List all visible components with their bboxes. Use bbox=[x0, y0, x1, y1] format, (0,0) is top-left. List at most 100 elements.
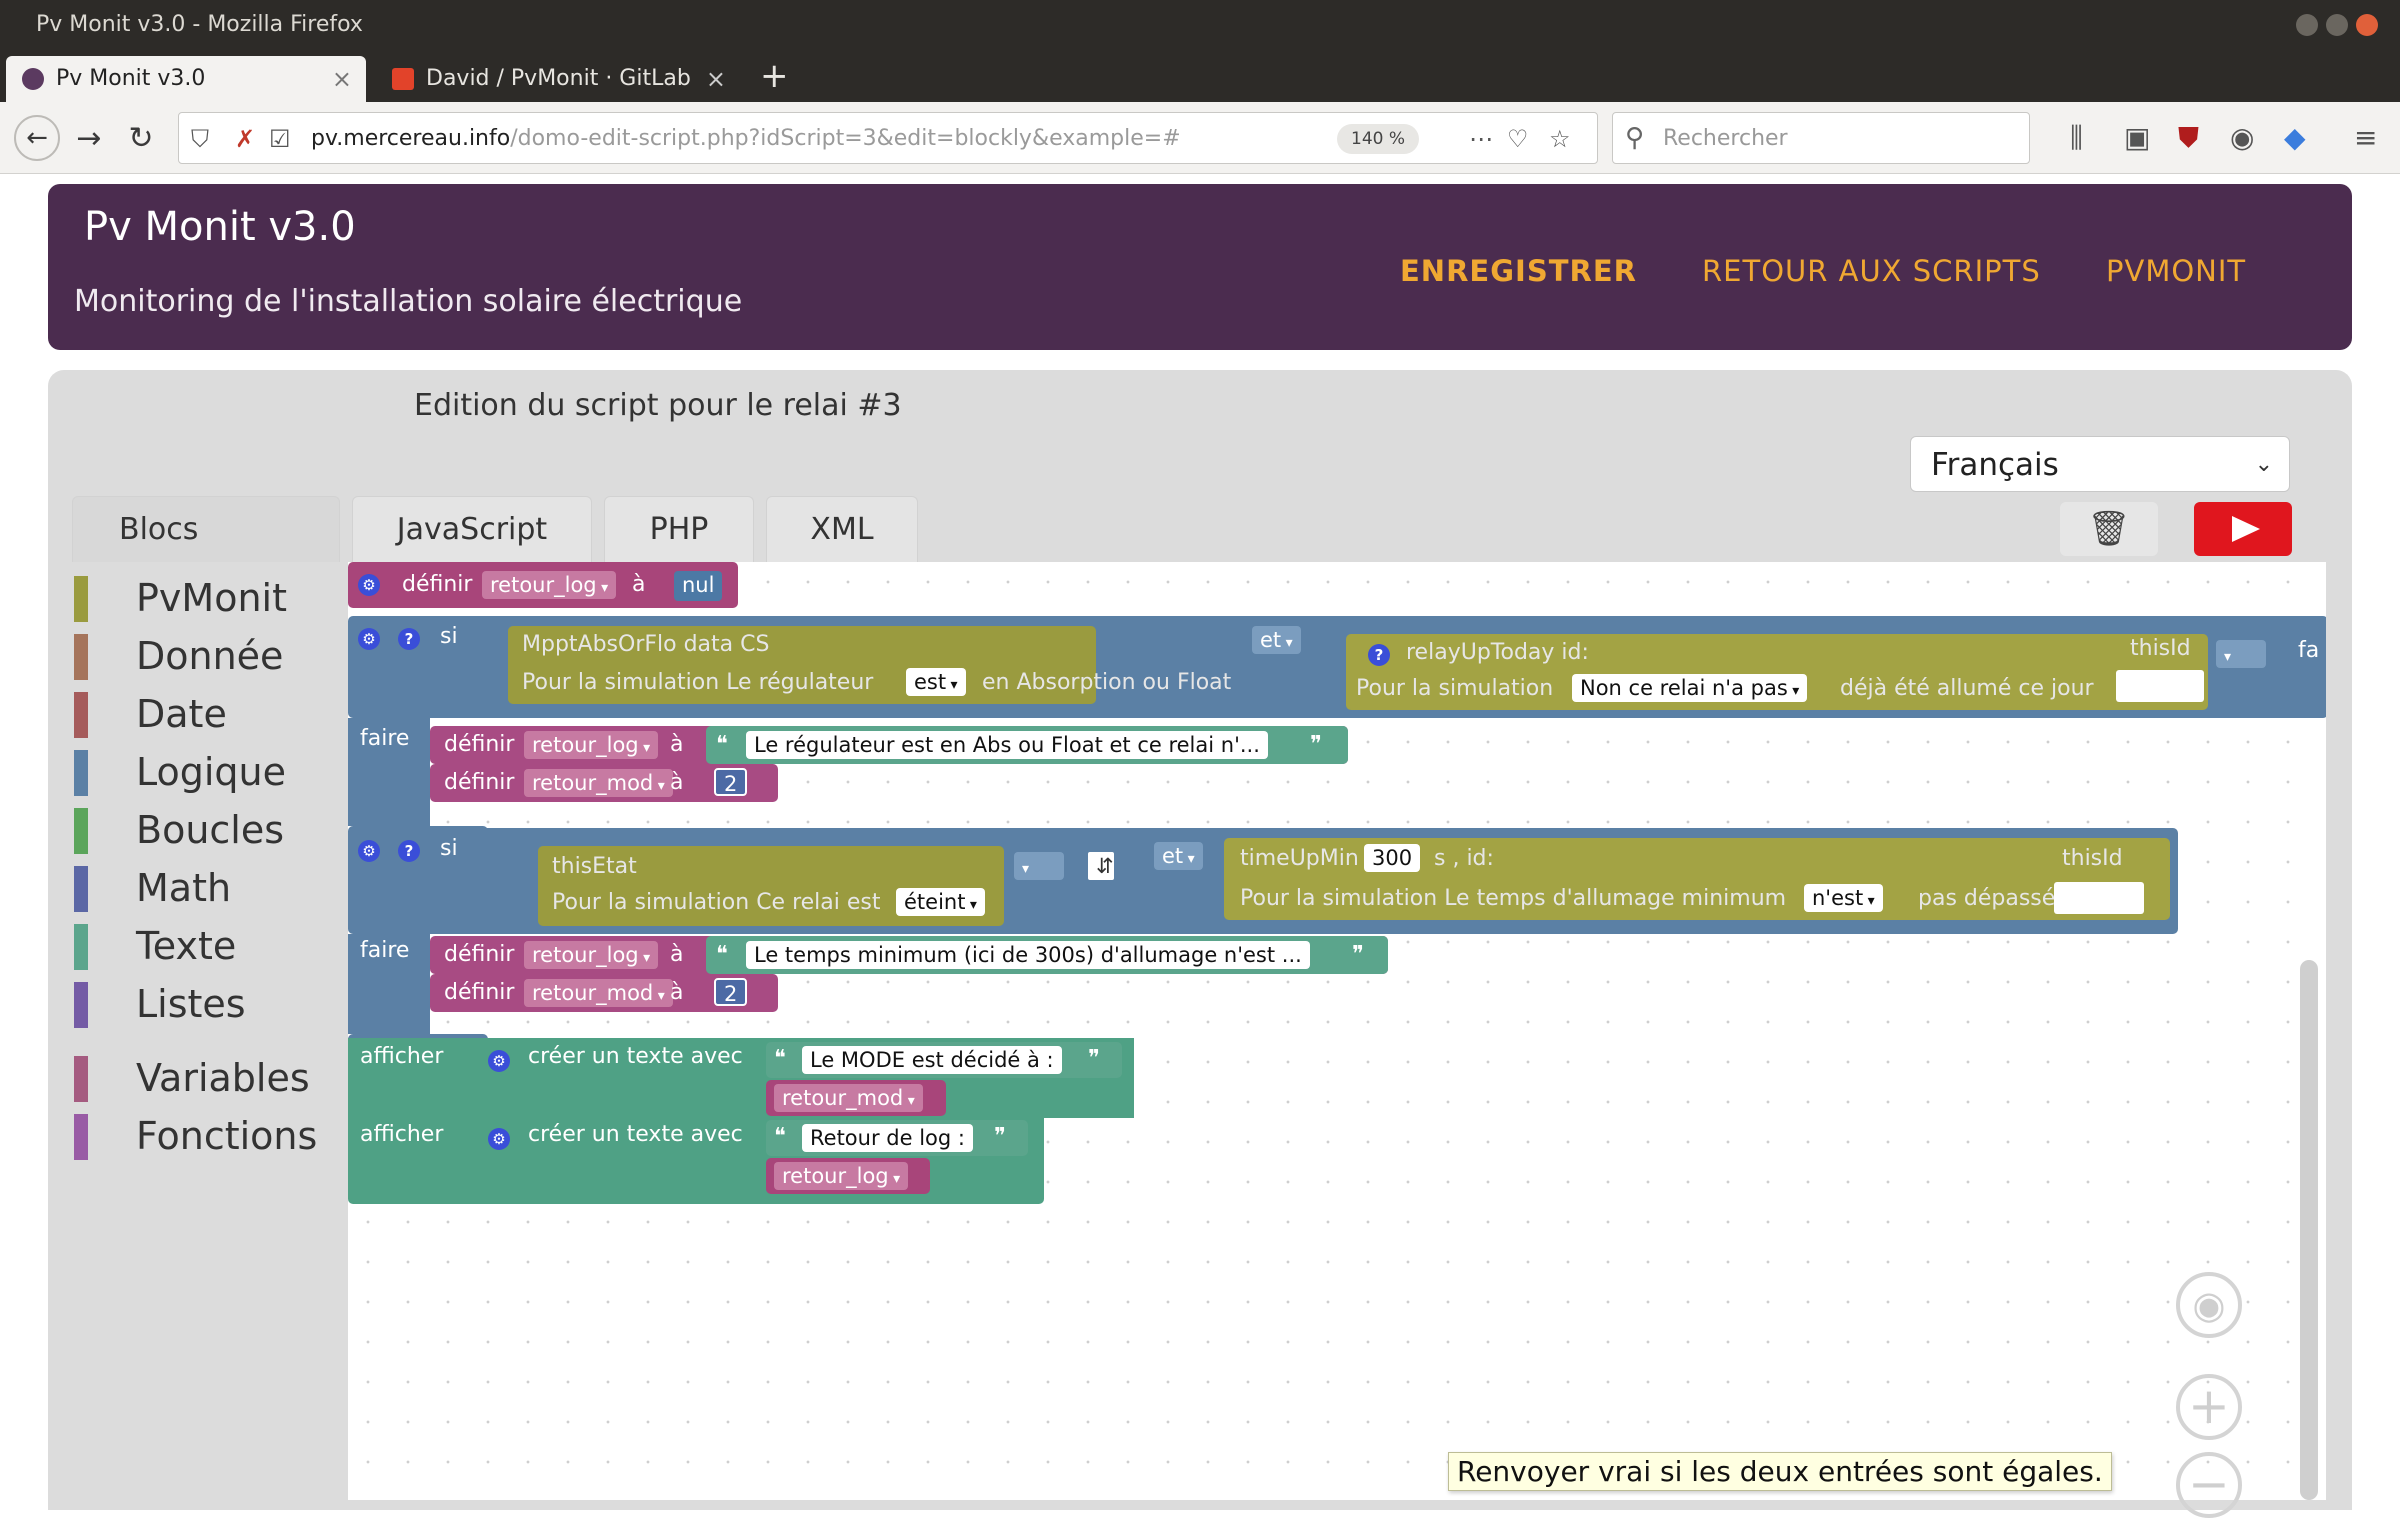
close-window-button[interactable] bbox=[2356, 14, 2378, 36]
blockly-toolbox: PvMonit Donnée Date Logique Boucles Math… bbox=[72, 562, 340, 1500]
new-tab-plus-icon[interactable]: + bbox=[760, 56, 789, 96]
zoom-in-icon[interactable]: + bbox=[2176, 1374, 2242, 1440]
zoom-out-icon[interactable]: − bbox=[2176, 1452, 2242, 1518]
language-select[interactable]: Français ⌄ bbox=[1910, 436, 2290, 492]
workspace-scrollbar[interactable] bbox=[2300, 960, 2318, 1500]
help-icon[interactable]: ? bbox=[398, 628, 420, 650]
variable-dropdown[interactable]: retour_mod bbox=[774, 1084, 923, 1112]
search-bar[interactable]: ⚲ Rechercher bbox=[1612, 112, 2030, 164]
variable-dropdown[interactable]: retour_log bbox=[524, 941, 659, 969]
number-value[interactable]: 2 bbox=[714, 768, 748, 796]
trash-icon[interactable]: 🗑 bbox=[2060, 502, 2158, 556]
tab-xml[interactable]: XML bbox=[766, 496, 918, 562]
url-bar[interactable]: ⛉ ✗ ☑ pv.mercereau.info/domo-edit-script… bbox=[178, 112, 1598, 164]
text-value[interactable]: Le MODE est décidé à : bbox=[802, 1046, 1062, 1074]
sidebar-icon[interactable]: ▣ bbox=[2124, 122, 2150, 154]
print-block[interactable]: afficher ⚙ créer un texte avec ❝ Retour … bbox=[348, 1116, 1044, 1204]
pvmonit-data-block[interactable]: thisEtat Pour la simulation Ce relai est… bbox=[538, 846, 1004, 926]
variable-dropdown[interactable]: retour_mod bbox=[524, 979, 673, 1007]
text-block[interactable]: ❝ Le temps minimum (ici de 300s) d'allum… bbox=[706, 936, 1388, 974]
text-block[interactable]: ❝ Le MODE est décidé à : ❞ bbox=[766, 1042, 1122, 1078]
simulation-dropdown[interactable]: Non ce relai n'a pas bbox=[1572, 674, 1808, 702]
extension-diamond-icon[interactable]: ◆ bbox=[2284, 122, 2306, 154]
set-variable-block[interactable]: définir retour_log à ❝ Le régulateur est… bbox=[430, 726, 1348, 764]
text-value[interactable]: Le régulateur est en Abs ou Float et ce … bbox=[746, 731, 1268, 759]
mutator-gear-icon[interactable]: ⚙ bbox=[358, 840, 380, 862]
compare-operator-dropdown[interactable] bbox=[2216, 640, 2266, 668]
null-value-block[interactable]: nul bbox=[674, 571, 723, 601]
ublock-icon[interactable]: ⛊ bbox=[2178, 122, 2199, 154]
app-title: Pv Monit v3.0 bbox=[84, 204, 356, 250]
mutator-gear-icon[interactable]: ⚙ bbox=[488, 1128, 510, 1150]
text-value[interactable]: Retour de log : bbox=[802, 1124, 973, 1152]
set-variable-block[interactable]: ⚙ définir retour_log à nul bbox=[348, 562, 738, 608]
set-variable-block[interactable]: définir retour_mod à 2 bbox=[430, 764, 778, 802]
pocket-icon[interactable]: ♡ bbox=[1507, 125, 1529, 153]
simulation-dropdown[interactable]: n'est bbox=[1804, 884, 1883, 912]
mutator-gear-icon[interactable]: ⚙ bbox=[358, 628, 380, 650]
run-play-button[interactable] bbox=[2194, 502, 2292, 556]
logic-operator-dropdown[interactable]: et bbox=[1252, 626, 1301, 654]
variable-get-block[interactable]: retour_log bbox=[766, 1158, 930, 1194]
number-value[interactable]: 2 bbox=[714, 978, 748, 1006]
set-variable-block[interactable]: définir retour_log à ❝ Le temps minimum … bbox=[430, 936, 1388, 974]
browser-tab-gitlab[interactable]: David / PvMonit · GitLab × bbox=[376, 56, 740, 102]
pvmonit-data-block[interactable]: MpptAbsOrFlo data CS Pour la simulation … bbox=[508, 626, 1231, 704]
text-block[interactable]: ❝ Retour de log : ❞ bbox=[766, 1120, 1028, 1156]
forward-arrow-icon[interactable]: → bbox=[70, 120, 108, 158]
url-text[interactable]: pv.mercereau.info/domo-edit-script.php?i… bbox=[311, 113, 1181, 165]
variable-dropdown[interactable]: retour_log bbox=[482, 571, 617, 599]
mutator-gear-icon[interactable]: ⚙ bbox=[358, 574, 380, 596]
mutator-gear-icon[interactable]: ⚙ bbox=[488, 1050, 510, 1072]
pvmonit-home-link[interactable]: PVMONIT bbox=[2106, 254, 2246, 288]
pvmonit-timeup-block[interactable]: timeUpMin 300 s , id: thisId Pour la sim… bbox=[1224, 838, 2170, 920]
help-icon[interactable]: ? bbox=[398, 840, 420, 862]
browser-tab-pvmonit[interactable]: Pv Monit v3.0 × bbox=[6, 56, 366, 102]
tab-php[interactable]: PHP bbox=[604, 496, 754, 562]
minimize-button[interactable] bbox=[2296, 14, 2318, 36]
block-label: MpptAbsOrFlo data CS bbox=[522, 632, 770, 657]
variable-dropdown[interactable]: retour_mod bbox=[524, 769, 673, 797]
back-arrow-icon[interactable]: ← bbox=[14, 115, 60, 161]
simulation-dropdown[interactable]: éteint bbox=[896, 888, 985, 916]
insecure-lock-icon[interactable]: ✗ bbox=[235, 125, 255, 153]
text-block[interactable]: ❝ Le régulateur est en Abs ou Float et c… bbox=[706, 726, 1348, 764]
input-slot[interactable] bbox=[2116, 670, 2204, 702]
recenter-icon[interactable]: ◉ bbox=[2176, 1272, 2242, 1338]
maximize-button[interactable] bbox=[2326, 14, 2348, 36]
page-actions-icon[interactable]: ⋯ bbox=[1469, 125, 1493, 153]
connector-icon[interactable]: ⇵ bbox=[1086, 850, 1116, 882]
text-value[interactable]: Le temps minimum (ici de 300s) d'allumag… bbox=[746, 941, 1310, 969]
pvmonit-relay-block[interactable]: ? relayUpToday id: Pour la simulation No… bbox=[1346, 634, 2208, 710]
zoom-indicator[interactable]: 140 % bbox=[1337, 124, 1420, 154]
menu-hamburger-icon[interactable]: ≡ bbox=[2354, 122, 2377, 154]
close-tab-icon[interactable]: × bbox=[706, 56, 726, 102]
info-shield-icon[interactable]: ⛉ bbox=[191, 125, 209, 153]
number-value[interactable]: 300 bbox=[1364, 844, 1421, 872]
input-slot[interactable] bbox=[2054, 882, 2144, 914]
simulation-dropdown[interactable]: est bbox=[906, 668, 966, 696]
block-label: fa bbox=[2298, 638, 2320, 663]
print-block[interactable]: afficher ⚙ créer un texte avec ❝ Le MODE… bbox=[348, 1038, 1134, 1118]
block-label: s , id: bbox=[1434, 846, 1494, 871]
close-tab-icon[interactable]: × bbox=[332, 56, 352, 102]
variable-dropdown[interactable]: retour_log bbox=[774, 1162, 909, 1190]
compare-operator-dropdown[interactable] bbox=[1014, 852, 1064, 880]
variable-get-block[interactable]: retour_mod bbox=[766, 1080, 946, 1116]
blockly-workspace[interactable]: ⚙ définir retour_log à nul ⚙ ? si faire … bbox=[348, 562, 2326, 1500]
block-label: timeUpMin bbox=[1240, 846, 1359, 871]
bookmark-star-icon[interactable]: ☆ bbox=[1549, 125, 1571, 153]
tab-javascript[interactable]: JavaScript bbox=[352, 496, 592, 562]
logic-operator-dropdown[interactable]: et bbox=[1154, 842, 1203, 870]
library-icon[interactable]: ⫼ bbox=[2070, 122, 2083, 154]
back-to-scripts-link[interactable]: RETOUR AUX SCRIPTS bbox=[1702, 254, 2041, 288]
block-label: définir bbox=[402, 572, 473, 597]
permissions-icon[interactable]: ☑ bbox=[269, 125, 291, 153]
help-icon[interactable]: ? bbox=[1368, 644, 1390, 666]
variable-dropdown[interactable]: retour_log bbox=[524, 731, 659, 759]
set-variable-block[interactable]: définir retour_mod à 2 bbox=[430, 974, 778, 1012]
tab-blocs[interactable]: Blocs bbox=[72, 496, 340, 562]
extension-icon[interactable]: ◉ bbox=[2230, 122, 2254, 154]
save-link[interactable]: ENREGISTRER bbox=[1400, 254, 1637, 288]
reload-icon[interactable]: ↻ bbox=[122, 120, 160, 158]
